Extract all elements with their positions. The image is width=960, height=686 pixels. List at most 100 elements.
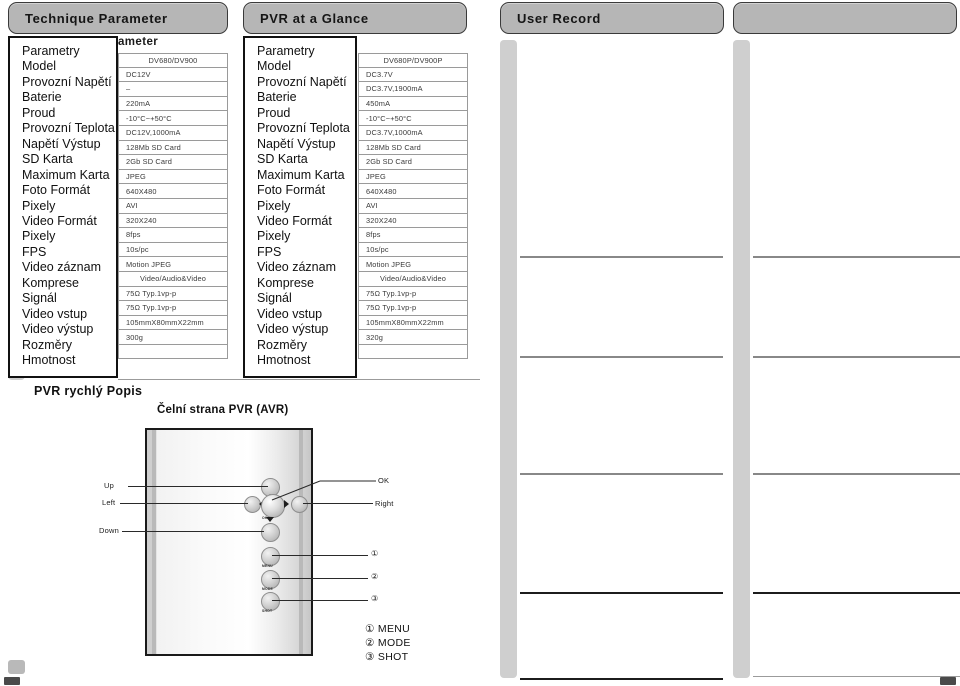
- spec-b-label-row: Video výstup: [257, 322, 329, 337]
- spec-b-label-row: FPS: [257, 244, 282, 259]
- spec-b-value-row: Video/Audio&Video: [358, 271, 468, 287]
- section-title-pvr-quick-guide: PVR rychlý Popis: [34, 384, 143, 398]
- spec-b-value-row: 75Ω Typ.1vp-p: [358, 301, 468, 316]
- panel-header-pvr-at-a-glance: PVR at a Glance: [243, 2, 467, 34]
- spec-a-value-row: 220mA: [118, 96, 228, 112]
- panel-title-user-record: User Record: [517, 10, 601, 26]
- spec-a-label-row: Model: [22, 59, 57, 74]
- callout-left: Left: [102, 498, 116, 507]
- spec-b-label-row: Video Formát: [257, 213, 332, 228]
- spec-b-value-row: 320g: [358, 330, 468, 345]
- spec-b-label-row: Pixely: [257, 198, 291, 213]
- mode-knob-label: MODE: [262, 587, 273, 591]
- record-rule-4: [520, 592, 723, 594]
- spec-b-label-row: SD Karta: [257, 152, 308, 167]
- record2-rule-2: [753, 356, 960, 358]
- spec-value-table-column-b: ameter DV680P/DV900PDC3.7VDC3.7V,1900mA4…: [358, 36, 468, 360]
- record2-rule-1: [753, 256, 960, 258]
- spec-a-value-row: DC12V,1000mA: [118, 125, 228, 141]
- spec-b-value-row: 10s/pc: [358, 242, 468, 258]
- spec-a-label-row: Rozměry: [22, 337, 73, 352]
- spec-b-value-row: 75Ω Typ.1vp-p: [358, 286, 468, 302]
- leader-line-down: [122, 531, 264, 532]
- spec-b-value-row: 128Mb SD Card: [358, 140, 468, 156]
- callout-number-1: ①: [371, 549, 379, 558]
- leader-line-left: [120, 503, 248, 504]
- spec-b-label-row: Video záznam: [257, 260, 336, 275]
- button-legend: ① MENU ② MODE ③ SHOT: [365, 622, 411, 664]
- callout-right: Right: [375, 499, 394, 508]
- spec-a-value-row: 128Mb SD Card: [118, 140, 228, 156]
- leader-line-right: [303, 503, 373, 504]
- spec-b-value-row: -10°C~+50°C: [358, 111, 468, 126]
- spec-label-list-a: Model Provozní Napětí Baterie Proud Provozní…: [22, 59, 116, 368]
- spec-b-value-row: 320X240: [358, 213, 468, 229]
- spec-value-table-column-a: ameter DV680/DV900 DC12V –220mA -10°C~+50°C…: [118, 36, 228, 360]
- spec-a-value-row: Motion JPEG: [118, 257, 228, 272]
- spec-b-label-row: Proud: [257, 105, 291, 120]
- spec-b-value-row: 8fps: [358, 228, 468, 243]
- spec-b-value-row: 105mmX80mmX22mm: [358, 315, 468, 331]
- spec-b-label-row: Model: [257, 59, 292, 74]
- spec-a-value-row: 105mmX80mmX22mm: [118, 315, 228, 331]
- gutter-bar-user-record-2: [733, 40, 750, 678]
- spec-b-value-row: DC3.7V: [358, 67, 468, 83]
- spec-b-label-row: Foto Formát: [257, 183, 326, 198]
- spec-b-label-row: Rozměry: [257, 337, 308, 352]
- spec-a-value-row: 300g: [118, 330, 228, 345]
- spec-b-value-row: DC3.7V,1900mA: [358, 82, 468, 97]
- spec-a-label-row: Maximum Karta: [22, 167, 110, 182]
- record-rule-1: [520, 256, 723, 258]
- spec-a-label-row: Provozní Napětí: [22, 74, 112, 89]
- device-left-stripe: [152, 430, 156, 654]
- spec-a-label-row: Video výstup: [22, 322, 94, 337]
- spec-a-value-row: 320X240: [118, 213, 228, 229]
- spec-b-label-row: Napětí Výstup: [257, 136, 336, 151]
- spec-b-label-row: Video vstup: [257, 306, 323, 321]
- down-button-knob[interactable]: [261, 523, 280, 542]
- spec-a-value-row: JPEG: [118, 169, 228, 185]
- menu-knob-label: MENU: [262, 564, 273, 568]
- spec-a-value-row: AVI: [118, 198, 228, 214]
- legend-item-shot: ③ SHOT: [365, 651, 409, 663]
- spec-a-value-row: DV680/DV900: [118, 53, 228, 68]
- spec-b-value-row: JPEG: [358, 169, 468, 185]
- spec-b-label-row: Provozní Teplota: [257, 121, 350, 136]
- legend-item-menu: ① MENU: [365, 623, 411, 635]
- gutter-bar-user-record: [500, 40, 517, 678]
- spec-b-value-row: Motion JPEG: [358, 257, 468, 272]
- spec-a-label-row: Signál: [22, 291, 57, 306]
- callout-ok: OK: [378, 476, 390, 485]
- spec-a-label-row: Video Formát: [22, 213, 97, 228]
- spec-b-label-row: Hmotnost: [257, 353, 311, 368]
- spec-a-label-row: FPS: [22, 244, 47, 259]
- spec-a-value-row: 8fps: [118, 228, 228, 243]
- spec-b-label-row: Maximum Karta: [257, 167, 345, 182]
- spec-b-value-row: DC3.7V,1000mA: [358, 125, 468, 141]
- spec-b-value-row: AVI: [358, 198, 468, 214]
- panel-header-technique-parameter: Technique Parameter: [8, 2, 228, 34]
- scan-corner-mark-right: [940, 677, 956, 685]
- record-rule-3: [520, 473, 723, 475]
- scan-rule-top-extra: [468, 379, 480, 380]
- spec-b-label-row: Baterie: [257, 90, 297, 105]
- spec-b-label-row: Komprese: [257, 275, 314, 290]
- spec-a-label-row: SD Karta: [22, 152, 73, 167]
- panel-title-technique-parameter: Technique Parameter: [25, 10, 168, 26]
- callout-number-3: ③: [371, 594, 379, 603]
- record2-rule-5: [753, 676, 960, 677]
- spec-label-box-a: Parametry Model Provozní Napětí Baterie Pro…: [8, 36, 118, 378]
- spec-a-label-row: Provozní Teplota: [22, 121, 115, 136]
- scan-corner-mark-left: [4, 677, 20, 685]
- shot-knob-label: SHOT: [262, 609, 273, 613]
- panel-title-pvr-at-a-glance: PVR at a Glance: [260, 10, 369, 26]
- spec-b-value-row: DV680P/DV900P: [358, 53, 468, 68]
- leader-line-num1: [272, 555, 368, 556]
- spec-a-value-row: Video/Audio&Video: [118, 271, 228, 287]
- spec-a-label-row: Proud: [22, 105, 56, 120]
- spec-a-label-row: Napětí Výstup: [22, 136, 101, 151]
- spec-b-value-row: 640X480: [358, 184, 468, 199]
- panel-header-user-record-2: [733, 2, 957, 34]
- record2-rule-4: [753, 592, 960, 594]
- spec-label-title-b: Parametry: [257, 44, 315, 58]
